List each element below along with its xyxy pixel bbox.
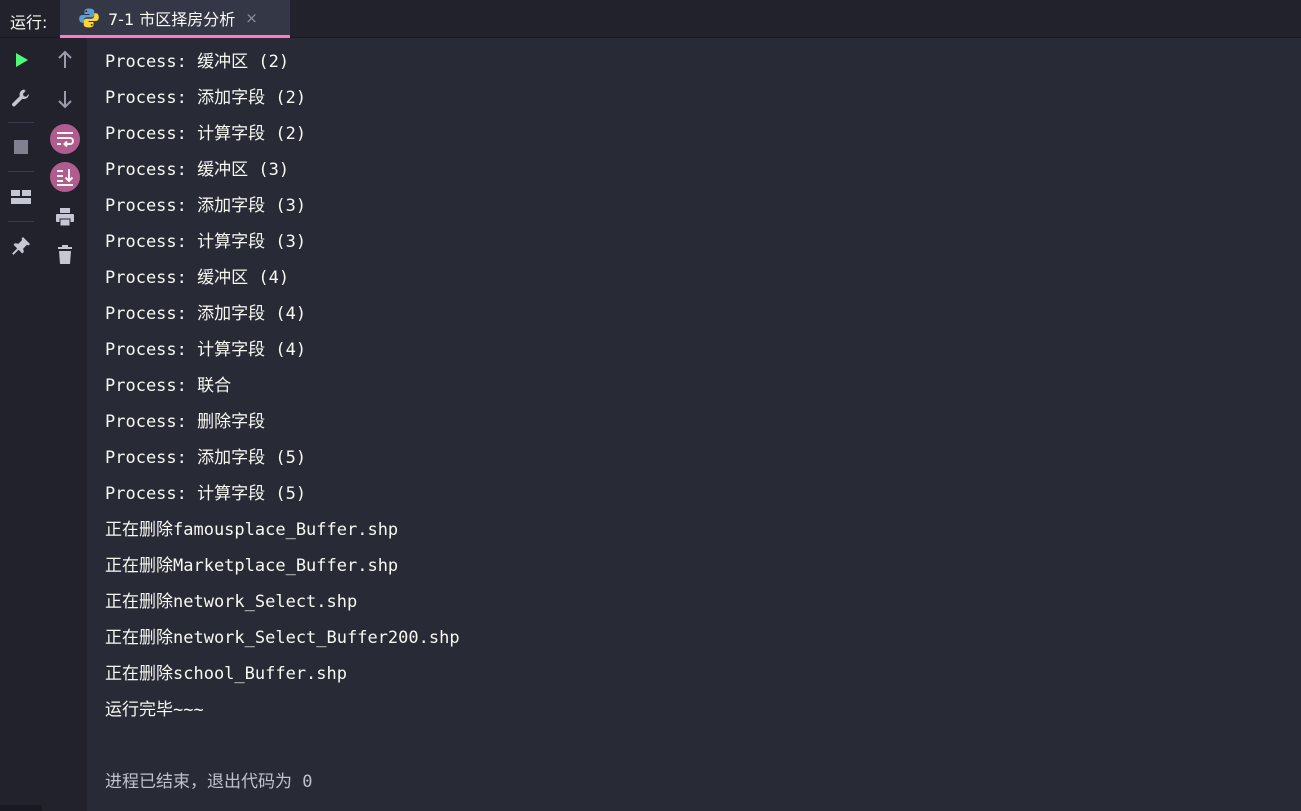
console-line: Process: 计算字段 (3) — [105, 232, 307, 252]
wrench-icon[interactable] — [7, 84, 35, 112]
console-line: 正在删除Marketplace_Buffer.shp — [105, 556, 399, 576]
console-line: Process: 计算字段 (5) — [105, 484, 307, 504]
console-line: Process: 缓冲区 (4) — [105, 268, 290, 288]
arrow-down-icon[interactable] — [51, 85, 79, 113]
close-icon[interactable]: × — [245, 9, 258, 27]
run-icon[interactable] — [7, 46, 35, 74]
toolbar-separator — [8, 122, 34, 123]
console-line: Process: 添加字段 (4) — [105, 304, 307, 324]
console-line: 正在删除school_Buffer.shp — [105, 664, 347, 684]
exit-message: 进程已结束，退出代码为 0 — [105, 772, 313, 792]
toolbar-separator — [8, 171, 34, 172]
tab-title: 7-1 市区择房分析 — [108, 9, 236, 29]
console-line: Process: 计算字段 (2) — [105, 124, 307, 144]
toolbar-separator — [8, 221, 34, 222]
console-line: Process: 缓冲区 (3) — [105, 160, 290, 180]
scroll-to-end-icon[interactable] — [49, 161, 81, 193]
console-line: Process: 添加字段 (5) — [105, 448, 307, 468]
tab-run-config[interactable]: 7-1 市区择房分析 × — [60, 0, 290, 38]
console-line: 运行完毕~~~ — [105, 700, 204, 720]
console-line: Process: 添加字段 (2) — [105, 88, 307, 108]
run-toolbar-primary — [0, 38, 87, 811]
trash-icon[interactable] — [51, 241, 79, 269]
run-toolbar-secondary — [42, 38, 87, 811]
run-tab-bar: 运行: 7-1 市区择房分析 × — [0, 0, 1301, 38]
stop-icon[interactable] — [7, 133, 35, 161]
console-line: Process: 缓冲区 (2) — [105, 52, 290, 72]
pin-icon[interactable] — [7, 232, 35, 260]
arrow-up-icon[interactable] — [51, 46, 79, 74]
console-line: 正在删除network_Select.shp — [105, 592, 358, 612]
run-window: 运行: 7-1 市区择房分析 × Process: 缓冲区 (2) Proces… — [0, 0, 1301, 811]
soft-wrap-icon[interactable] — [49, 123, 81, 155]
console-line: Process: 计算字段 (4) — [105, 340, 307, 360]
console-line: Process: 删除字段 — [105, 412, 266, 432]
console-line: 正在删除famousplace_Buffer.shp — [105, 520, 399, 540]
console-output[interactable]: Process: 缓冲区 (2) Process: 添加字段 (2) Proce… — [87, 38, 1301, 811]
console-line: Process: 联合 — [105, 376, 232, 396]
layout-icon[interactable] — [7, 183, 35, 211]
print-icon[interactable] — [51, 203, 79, 231]
run-label: 运行: — [10, 13, 48, 32]
python-icon — [78, 7, 100, 29]
console-line: Process: 添加字段 (3) — [105, 196, 307, 216]
console-line: 正在删除network_Select_Buffer200.shp — [105, 628, 460, 648]
